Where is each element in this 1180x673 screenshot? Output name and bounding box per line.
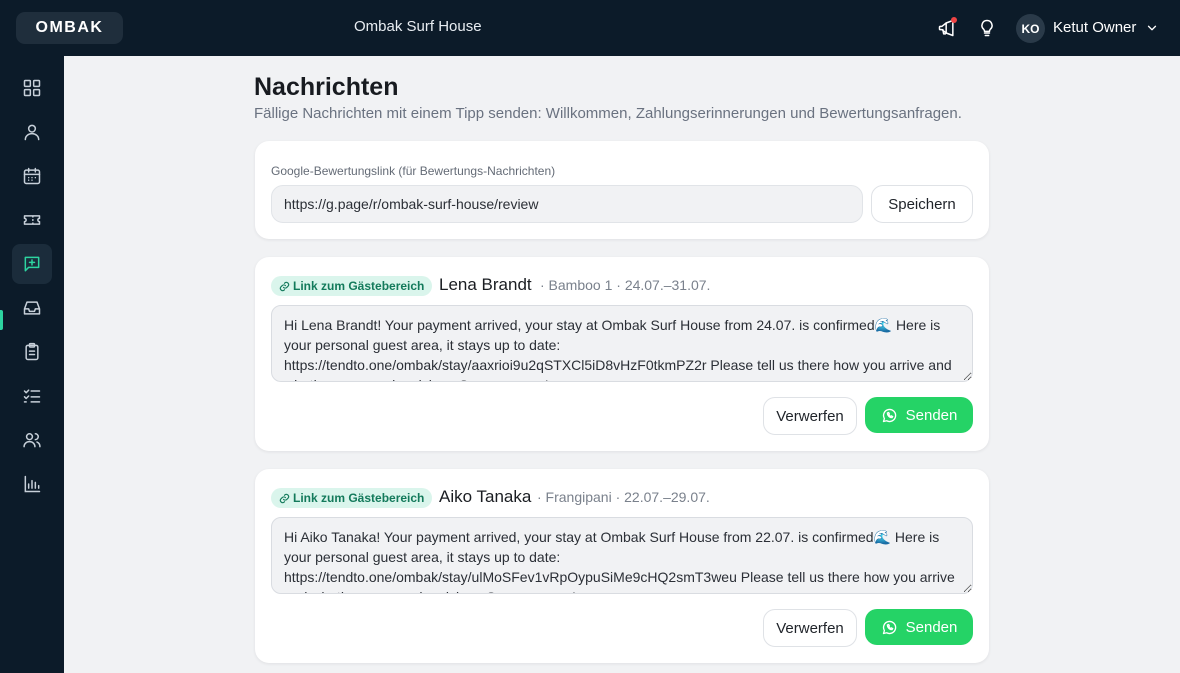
active-indicator [0,310,3,330]
sidebar-item-messages[interactable] [12,244,52,284]
megaphone-icon[interactable] [935,16,959,40]
dashboard-icon [23,79,41,97]
page-subtitle: Fällige Nachrichten mit einem Tipp sende… [254,105,962,122]
booking-meta: · Bamboo 1 · 24.07.–31.07. [540,277,711,293]
inbox-icon [23,301,41,315]
sidebar [0,56,64,673]
bar-chart-icon [24,475,41,493]
discard-button[interactable]: Verwerfen [763,397,857,435]
send-button[interactable]: Senden [865,609,973,645]
review-link-label: Google-Bewertungslink (für Bewertungs-Na… [271,164,556,178]
booking-meta: · Frangipani · 22.07.–29.07. [537,489,710,505]
notification-dot [951,17,957,23]
guest-area-chip-label: Link zum Gästebereich [293,491,425,505]
guest-name: Aiko Tanaka [439,487,532,506]
discard-button[interactable]: Verwerfen [763,609,857,647]
user-name[interactable]: Ketut Owner [1053,19,1136,36]
calendar-icon [23,167,41,185]
top-bar: OMBAK Ombak Surf House KO Ketut Owner [0,0,1180,56]
message-textarea[interactable]: Hi Aiko Tanaka! Your payment arrived, yo… [271,517,973,594]
link-icon [279,281,290,291]
send-button-label: Senden [905,618,958,636]
avatar[interactable]: KO [1016,14,1045,43]
property-name: Ombak Surf House [354,18,482,35]
user-icon [24,124,40,141]
sidebar-item-profile[interactable] [12,112,52,152]
messages-icon [24,256,40,272]
clipboard-icon [25,342,39,361]
guest-area-chip[interactable]: Link zum Gästebereich [271,276,433,296]
checklist-icon [23,389,41,403]
send-button[interactable]: Senden [865,397,973,433]
link-icon [279,493,290,503]
save-button[interactable]: Speichern [871,185,973,223]
sidebar-item-checklists[interactable] [12,376,52,416]
guest-area-chip-label: Link zum Gästebereich [293,279,425,293]
send-button-label: Senden [905,406,958,424]
sidebar-item-inbox[interactable] [12,288,52,328]
sidebar-item-reports[interactable] [12,464,52,504]
ticket-icon [23,215,41,225]
message-card: Link zum Gästebereich Lena Brandt · Bamb… [255,257,989,451]
brand-logo[interactable]: OMBAK [16,12,123,44]
users-icon [23,433,41,448]
sidebar-item-dashboard[interactable] [12,68,52,108]
guest-area-chip[interactable]: Link zum Gästebereich [271,488,433,508]
message-card: Link zum Gästebereich Aiko Tanaka · Fran… [255,469,989,663]
sidebar-item-team[interactable] [12,420,52,460]
review-link-input[interactable] [271,185,863,223]
page-title: Nachrichten [254,73,399,101]
whatsapp-icon [882,408,896,422]
chevron-down-icon[interactable] [1145,21,1159,35]
review-link-card: Google-Bewertungslink (für Bewertungs-Na… [255,141,989,239]
guest-name: Lena Brandt [439,275,532,294]
lightbulb-icon[interactable] [975,16,999,40]
sidebar-item-tickets[interactable] [12,200,52,240]
message-textarea[interactable]: Hi Lena Brandt! Your payment arrived, yo… [271,305,973,382]
sidebar-item-calendar[interactable] [12,156,52,196]
whatsapp-icon [882,620,896,634]
sidebar-item-tasks[interactable] [12,332,52,372]
